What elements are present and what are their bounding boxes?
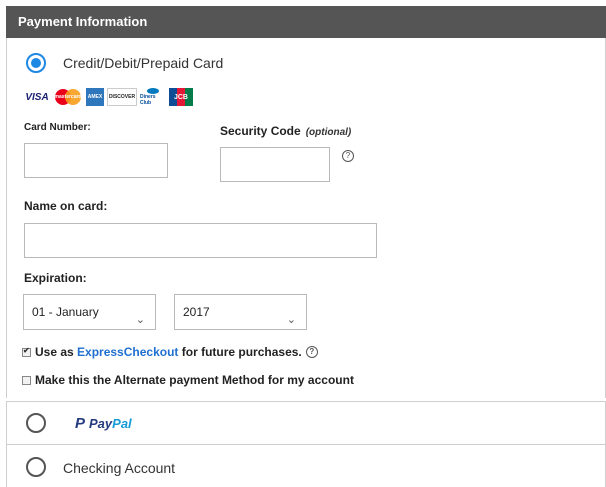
jcb-logo: JCB bbox=[169, 88, 193, 106]
name-on-card-input[interactable] bbox=[24, 223, 377, 258]
express-checkout-row: Use as ExpressCheckout for future purcha… bbox=[22, 345, 318, 359]
payment-info-header: Payment Information bbox=[6, 6, 606, 38]
paypal-logo: P Pay Pal bbox=[75, 415, 132, 432]
checking-radio[interactable] bbox=[26, 457, 46, 477]
express-suffix: for future purchases. bbox=[178, 345, 302, 359]
paypal-p-icon: P bbox=[75, 415, 86, 432]
year-value: 2017 bbox=[183, 305, 210, 319]
express-prefix: Use as bbox=[35, 345, 78, 359]
expiration-year-select[interactable]: 2017 ⌄ bbox=[174, 294, 307, 330]
card-number-input[interactable] bbox=[24, 143, 168, 178]
alternate-payment-row: Make this the Alternate payment Method f… bbox=[22, 373, 354, 387]
express-checkout-link[interactable]: ExpressCheckout bbox=[77, 345, 178, 359]
express-help-icon[interactable]: ? bbox=[305, 346, 318, 358]
discover-logo: DISCOVER bbox=[107, 88, 137, 106]
month-value: 01 - January bbox=[32, 305, 99, 319]
card-option-label[interactable]: Credit/Debit/Prepaid Card bbox=[63, 55, 223, 71]
card-number-label: Card Number: bbox=[24, 122, 91, 133]
chevron-down-icon: ⌄ bbox=[286, 314, 296, 326]
checking-account-label: Checking Account bbox=[63, 460, 176, 476]
visa-logo: VISA bbox=[25, 91, 49, 103]
chevron-down-icon: ⌄ bbox=[135, 314, 145, 326]
alternate-payment-label: Make this the Alternate payment Method f… bbox=[35, 373, 354, 387]
alternate-payment-checkbox[interactable] bbox=[22, 375, 31, 385]
express-checkout-checkbox[interactable] bbox=[22, 346, 31, 357]
mastercard-logo: mastercard bbox=[53, 88, 83, 106]
expiration-month-select[interactable]: 01 - January ⌄ bbox=[23, 294, 156, 330]
security-code-help-icon[interactable]: ? bbox=[342, 150, 354, 162]
card-radio[interactable] bbox=[26, 53, 46, 73]
amex-logo: AMEX bbox=[86, 88, 104, 106]
paypal-radio[interactable] bbox=[26, 413, 46, 433]
diners-club-logo: Diners Club bbox=[140, 88, 166, 106]
name-on-card-label: Name on card: bbox=[24, 199, 108, 213]
paypal-option[interactable]: P Pay Pal bbox=[6, 401, 606, 445]
page-title: Payment Information bbox=[18, 14, 148, 29]
checking-account-option[interactable]: Checking Account bbox=[6, 444, 606, 487]
security-code-input[interactable] bbox=[220, 147, 330, 182]
card-logos: VISA mastercard AMEX DISCOVER Diners Clu… bbox=[24, 88, 193, 106]
security-code-label: Security Code (optional) bbox=[220, 124, 352, 138]
expiration-label: Expiration: bbox=[24, 271, 87, 285]
